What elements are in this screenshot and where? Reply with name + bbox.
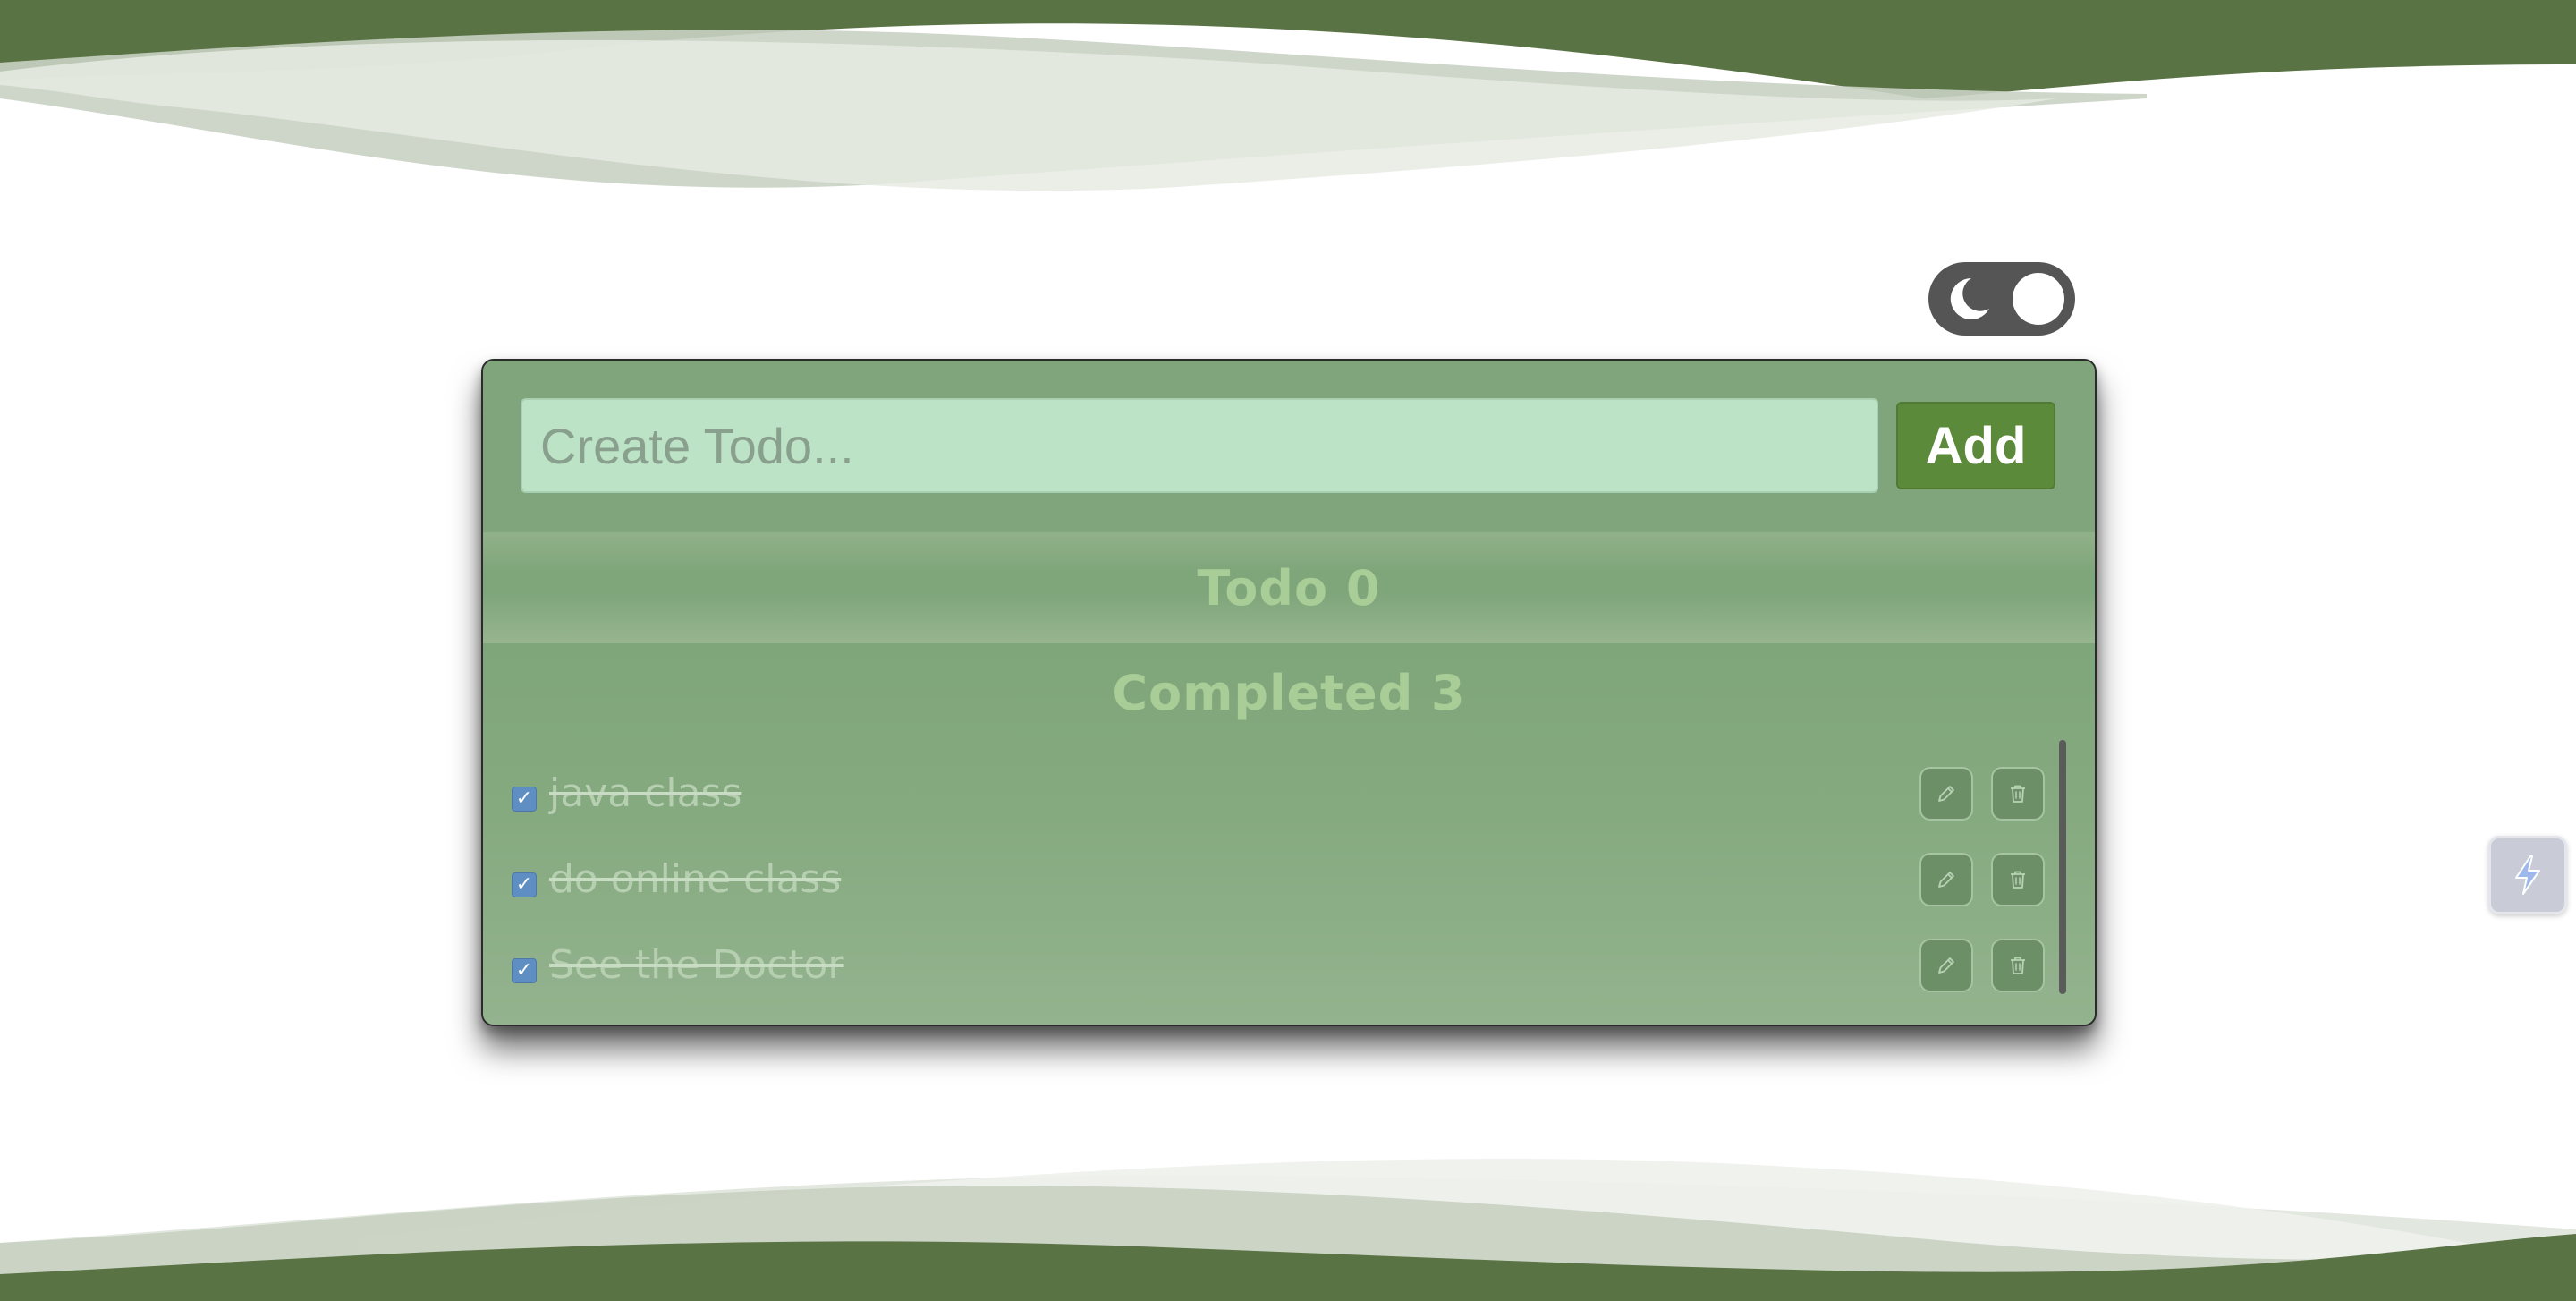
todo-item: ✓ See the Doctor	[483, 930, 2057, 1016]
todo-section-header[interactable]: Todo 0	[483, 532, 2095, 643]
moon-icon	[1950, 277, 1989, 319]
toggle-knob	[2012, 273, 2064, 325]
list-scrollbar[interactable]	[2059, 740, 2066, 994]
delete-button[interactable]	[1991, 853, 2045, 906]
page: Add Todo 0 Completed 3 ✓ java class	[0, 0, 2576, 1301]
todo-checkbox[interactable]: ✓	[512, 787, 537, 812]
edit-button[interactable]	[1919, 853, 1973, 906]
theme-toggle[interactable]	[1928, 262, 2075, 336]
completed-section-title: Completed 3	[1112, 664, 1466, 721]
completed-section-header[interactable]: Completed 3	[483, 643, 2095, 742]
create-todo-row: Add	[483, 361, 2095, 532]
completed-section: Completed 3 ✓ java class ✓ do online cla…	[483, 643, 2095, 1025]
todo-item-text: See the Doctor	[549, 942, 844, 988]
lightning-icon	[2515, 855, 2540, 895]
trash-icon	[2011, 785, 2025, 803]
trash-icon	[2011, 957, 2025, 974]
top-wave-decoration	[0, 0, 2576, 215]
bottom-wave-decoration	[0, 1086, 2576, 1301]
todo-checkbox[interactable]: ✓	[512, 958, 537, 983]
pencil-icon	[1938, 872, 1954, 888]
todo-card: Add Todo 0 Completed 3 ✓ java class	[481, 359, 2097, 1026]
side-widget-button[interactable]	[2488, 836, 2567, 914]
todo-item: ✓ do online class	[483, 844, 2057, 930]
completed-todo-list: ✓ java class ✓ do online class ✓ See the…	[483, 758, 2057, 1016]
delete-button[interactable]	[1991, 939, 2045, 992]
trash-icon	[2011, 871, 2025, 889]
delete-button[interactable]	[1991, 767, 2045, 821]
todo-item-text: do online class	[549, 856, 842, 902]
todo-checkbox[interactable]: ✓	[512, 872, 537, 897]
pencil-icon	[1938, 957, 1954, 974]
edit-button[interactable]	[1919, 939, 1973, 992]
create-todo-input[interactable]	[521, 398, 1878, 493]
todo-item-text: java class	[549, 770, 742, 816]
todo-section-title: Todo 0	[1197, 559, 1381, 616]
edit-button[interactable]	[1919, 767, 1973, 821]
pencil-icon	[1938, 786, 1954, 802]
add-button[interactable]: Add	[1896, 402, 2055, 489]
todo-item: ✓ java class	[483, 758, 2057, 844]
